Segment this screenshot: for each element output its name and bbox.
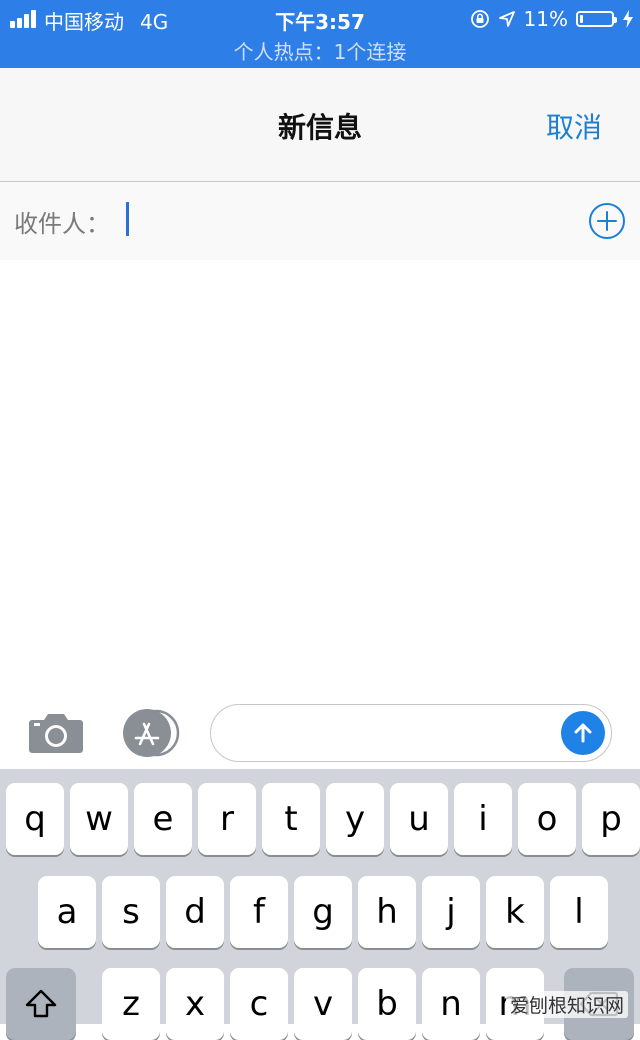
cancel-button[interactable]: 取消 <box>546 106 602 146</box>
key-v[interactable]: v <box>294 968 352 1040</box>
hotspot-banner[interactable]: 个人热点：1个连接 <box>0 36 640 65</box>
key-t[interactable]: t <box>262 783 320 855</box>
key-y[interactable]: y <box>326 783 384 855</box>
key-b[interactable]: b <box>358 968 416 1040</box>
key-w[interactable]: w <box>70 783 128 855</box>
key-j[interactable]: j <box>422 876 480 948</box>
keyboard: qwertyuiopasdfghjklzxcvbnm爱刨根知识网 <box>0 769 640 1040</box>
message-composer[interactable] <box>210 704 612 762</box>
arrow-up-icon <box>574 723 592 743</box>
recipient-input[interactable] <box>126 200 566 240</box>
recipient-label: 收件人： <box>14 210 110 238</box>
key-z[interactable]: z <box>102 968 160 1040</box>
key-g[interactable]: g <box>294 876 352 948</box>
key-i[interactable]: i <box>454 783 512 855</box>
rotation-lock-icon <box>470 10 489 28</box>
key-x[interactable]: x <box>166 968 224 1040</box>
status-bar: 中国移动 4G 下午3:57 11% 个人热点：1个连接 <box>0 0 640 68</box>
key-a[interactable]: a <box>38 876 96 948</box>
key-h[interactable]: h <box>358 876 416 948</box>
app-store-icon[interactable] <box>118 708 180 758</box>
key-r[interactable]: r <box>198 783 256 855</box>
location-arrow-icon <box>498 11 515 27</box>
message-input[interactable] <box>229 715 553 753</box>
battery-icon <box>576 11 617 27</box>
navigation-bar: 新信息 取消 <box>0 68 640 182</box>
key-q[interactable]: q <box>6 783 64 855</box>
send-button[interactable] <box>561 711 605 755</box>
text-cursor <box>126 202 129 236</box>
plus-circle-icon[interactable] <box>588 202 626 240</box>
camera-icon[interactable] <box>28 712 84 754</box>
key-e[interactable]: e <box>134 783 192 855</box>
key-n[interactable]: n <box>422 968 480 1040</box>
shift-icon <box>25 989 57 1018</box>
key-s[interactable]: s <box>102 876 160 948</box>
key-p[interactable]: p <box>582 783 640 855</box>
key-d[interactable]: d <box>166 876 224 948</box>
key-c[interactable]: c <box>230 968 288 1040</box>
charging-bolt-icon <box>623 10 633 28</box>
shift-key[interactable] <box>6 968 76 1040</box>
key-l[interactable]: l <box>550 876 608 948</box>
recipient-row: 收件人： <box>0 182 640 260</box>
battery-percent: 11% <box>523 7 568 31</box>
page-title: 新信息 <box>277 111 362 144</box>
watermark: 爱刨根知识网 <box>505 991 628 1018</box>
key-k[interactable]: k <box>486 876 544 948</box>
key-o[interactable]: o <box>518 783 576 855</box>
key-f[interactable]: f <box>230 876 288 948</box>
key-u[interactable]: u <box>390 783 448 855</box>
